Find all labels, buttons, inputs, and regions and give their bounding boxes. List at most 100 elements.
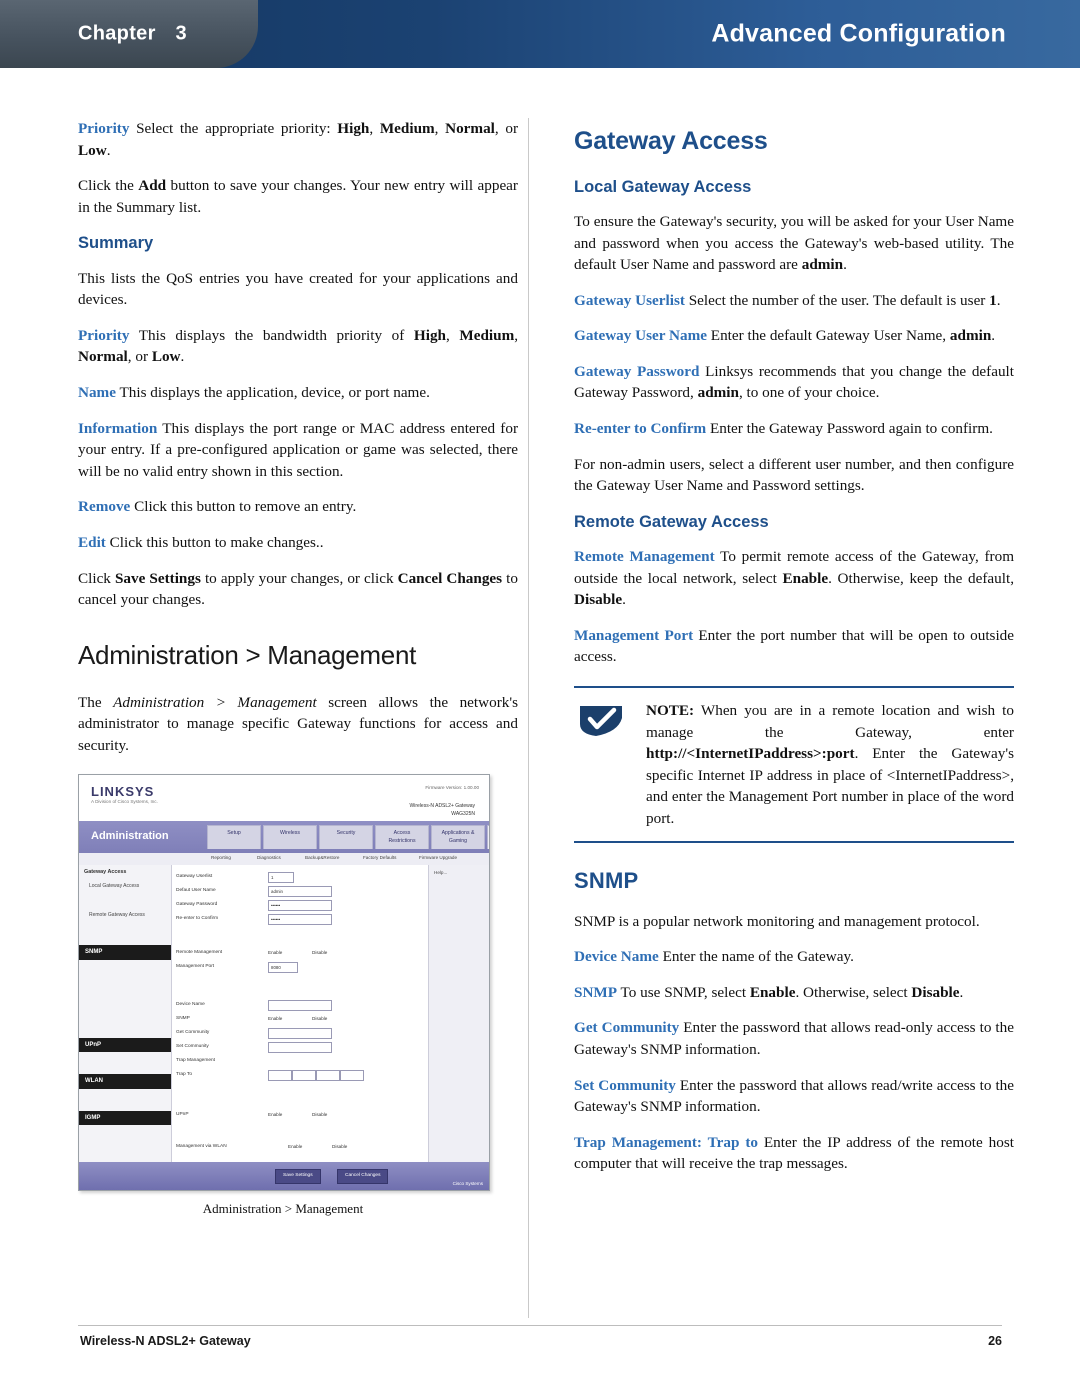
term-information: Information <box>78 419 158 437</box>
paragraph-name: Name This displays the application, devi… <box>78 382 518 404</box>
radio-upnp-disable[interactable]: Disable <box>312 1112 327 1119</box>
column-divider <box>528 118 529 1318</box>
heading-local-gateway-access: Local Gateway Access <box>574 177 752 196</box>
value-medium: Medium <box>379 120 435 137</box>
router-ui-left-panel: Gateway Access Local Gateway Access Remo… <box>79 865 172 1163</box>
radio-upnp-enable[interactable]: Enable <box>268 1112 282 1119</box>
tab-administration[interactable]: Administration <box>487 825 489 850</box>
input-trap-to-octet-3[interactable] <box>316 1070 340 1082</box>
cisco-systems-logo: Cisco Systems <box>452 1180 483 1186</box>
radio-wlan-disable[interactable]: Disable <box>332 1144 347 1151</box>
tab-applications-gaming[interactable]: Applications & Gaming <box>431 825 485 850</box>
form-row-gateway-userlist: Gateway Userlist 1 <box>172 871 429 885</box>
radio-snmp-enable[interactable]: Enable <box>268 1016 282 1023</box>
paragraph-snmp: SNMP To use SNMP, select Enable. Otherwi… <box>574 982 1014 1004</box>
input-gateway-userlist[interactable]: 1 <box>268 872 294 884</box>
left-panel-label-igmp: IGMP <box>79 1110 171 1126</box>
term-summary-priority: Priority <box>78 326 130 344</box>
footer-product-name: Wireless-N ADSL2+ Gateway <box>80 1334 251 1348</box>
radio-snmp-disable[interactable]: Disable <box>312 1016 327 1023</box>
sep-11: . <box>622 591 626 609</box>
paragraph-device-name: Device Name Enter the name of the Gatewa… <box>574 946 1014 968</box>
chapter-number: 3 <box>175 22 187 45</box>
value-password-admin: admin <box>697 384 739 402</box>
paragraph-edit: Edit Click this button to make changes.. <box>78 532 518 554</box>
tab-wireless[interactable]: Wireless <box>263 825 317 850</box>
note-label: NOTE: <box>646 702 695 720</box>
input-reenter-to-confirm[interactable]: •••••• <box>268 914 332 926</box>
label-default-user-name: Defaut User Name <box>176 888 216 894</box>
text-snmp-2: . Otherwise, select <box>795 983 912 1001</box>
input-management-port[interactable]: 8080 <box>268 962 298 974</box>
help-link[interactable]: Help... <box>429 865 489 882</box>
router-ui-form: Gateway Userlist 1 Defaut User Name admi… <box>172 865 429 1181</box>
cancel-changes-button[interactable]: Cancel Changes <box>337 1169 389 1185</box>
subtab-backup-restore[interactable]: Backup&Restore <box>305 855 339 862</box>
text-reenter: Enter the Gateway Password again to conf… <box>706 419 993 437</box>
router-ui-footer-bar: Save Settings Cancel Changes Cisco Syste… <box>79 1162 489 1191</box>
subtab-factory-defaults[interactable]: Factory Defaults <box>363 855 396 862</box>
router-ui-tabs[interactable]: Setup Wireless Security Access Restricti… <box>207 825 489 850</box>
term-gateway-userlist: Gateway Userlist <box>574 291 685 309</box>
input-device-name[interactable] <box>268 1000 332 1012</box>
tab-security[interactable]: Security <box>319 825 373 850</box>
tab-access-restrictions[interactable]: Access Restrictions <box>375 825 429 850</box>
radio-remote-management-enable[interactable]: Enable <box>268 950 282 957</box>
paragraph-summary-body: This lists the QoS entries you have crea… <box>78 269 518 309</box>
note-url: http://<InternetIPaddress>:port <box>646 745 855 763</box>
label-upnp: UPnP <box>176 1112 189 1118</box>
chapter-tab-label: Chapter 3 <box>78 23 187 46</box>
text-username: Enter the default Gateway User Name, <box>707 327 950 345</box>
label-gateway-password: Gateway Password <box>176 902 218 908</box>
term-name: Name <box>78 384 116 402</box>
subtab-firmware-upgrade[interactable]: Firmware Upgrade <box>419 855 457 862</box>
radio-wlan-enable[interactable]: Enable <box>288 1144 302 1151</box>
left-panel-item-local-gateway-access: Local Gateway Access <box>89 882 140 889</box>
label-gateway-userlist: Gateway Userlist <box>176 874 213 880</box>
text-priority-1: Select the appropriate priority: <box>129 120 338 137</box>
input-trap-to-octet-4[interactable] <box>340 1070 364 1082</box>
input-trap-to-octet-1[interactable] <box>268 1070 292 1082</box>
input-trap-to-octet-2[interactable] <box>292 1070 316 1082</box>
label-set-community: Set Community <box>176 1044 209 1050</box>
form-row-management-via-wlan: Management via WLAN Enable Disable <box>172 1141 429 1155</box>
label-snmp: SNMP <box>176 1016 190 1022</box>
sep-2: , <box>434 120 446 137</box>
linksys-logo-subtitle: A Division of Cisco Systems, Inc. <box>91 799 158 805</box>
paragraph-management-port: Management Port Enter the port number th… <box>574 625 1014 668</box>
term-get-community: Get Community <box>574 1019 680 1037</box>
subtab-diagnostics[interactable]: Diagnostics <box>257 855 281 862</box>
value-low: Low <box>78 141 107 159</box>
router-model-name: WAG325N <box>451 811 475 818</box>
subtab-reporting[interactable]: Reporting <box>211 855 231 862</box>
text-admin-1: The <box>78 693 114 711</box>
text-userlist: Select the number of the user. The defau… <box>684 291 990 309</box>
label-get-community: Get Community <box>176 1030 210 1036</box>
chapter-tab: Chapter 3 <box>0 0 258 68</box>
screen-name-italic: Administration > Management <box>113 693 317 711</box>
figure-caption: Administration > Management <box>202 1201 364 1217</box>
term-management-port: Management Port <box>574 626 694 644</box>
input-get-community[interactable] <box>268 1028 332 1040</box>
save-settings-button[interactable]: Save Settings <box>275 1169 321 1185</box>
heading-administration-management: Administration > Management <box>78 639 417 670</box>
value-remote-enable: Enable <box>782 569 829 587</box>
form-row-gateway-password: Gateway Password •••••• <box>172 899 429 913</box>
text-add-1: Click the <box>78 177 139 195</box>
value-sum-high: High <box>413 326 446 344</box>
radio-remote-management-disable[interactable]: Disable <box>312 950 327 957</box>
chapter-word: Chapter <box>78 22 156 45</box>
tab-setup[interactable]: Setup <box>207 825 261 850</box>
paragraph-remote-management: Remote Management To permit remote acces… <box>574 546 1014 611</box>
sep-9: . <box>996 291 1001 309</box>
value-snmp-disable: Disable <box>911 983 960 1001</box>
input-gateway-password[interactable]: •••••• <box>268 900 332 912</box>
input-default-user-name[interactable]: admin <box>268 886 332 898</box>
text-remove: Click this button to remove an entry. <box>130 498 357 516</box>
text-sum-1: This displays the bandwidth priority of <box>129 326 414 344</box>
value-default-admin: admin <box>801 256 844 274</box>
form-row-device-name: Device Name <box>172 999 429 1013</box>
router-product-name: Wireless-N ADSL2+ Gateway <box>409 803 475 810</box>
label-trap-to: Trap To <box>176 1072 192 1078</box>
input-set-community[interactable] <box>268 1042 332 1054</box>
